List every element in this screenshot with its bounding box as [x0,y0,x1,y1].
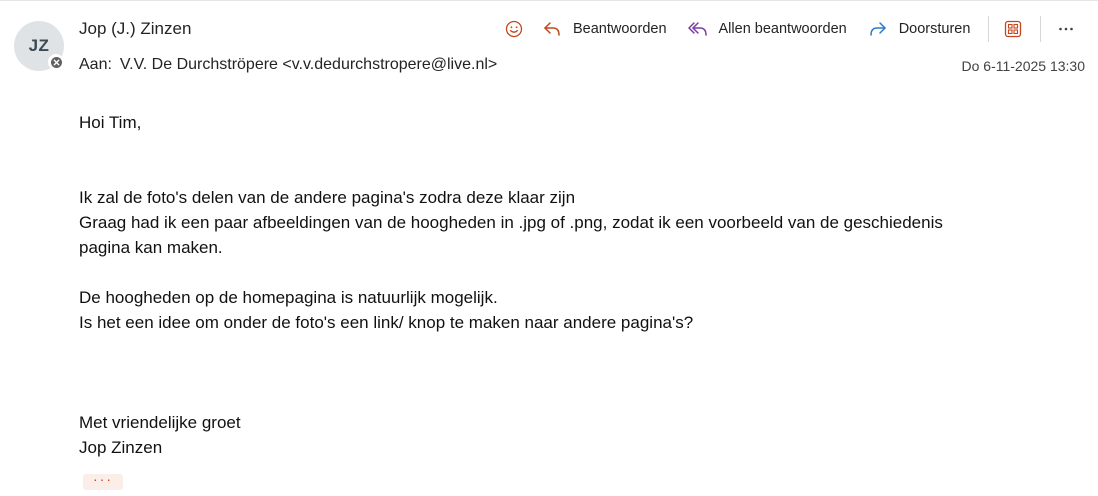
body-line: Ik zal de foto's delen van de andere pag… [79,188,576,207]
forward-label: Doorsturen [898,21,971,37]
reply-all-button[interactable]: Allen beantwoorden [687,15,847,43]
body-line: Graag had ik een paar afbeeldingen van d… [79,213,943,232]
signature: Jop Zinzen [79,438,163,457]
apps-icon [1002,18,1024,40]
to-label: Aan: [79,56,112,73]
more-actions-button[interactable] [1055,15,1077,43]
message-body: Hoi Tim, Ik zal de foto's delen van de a… [79,110,943,460]
emoji-button[interactable] [503,15,525,43]
reply-icon [541,18,563,40]
recipient-address[interactable]: V.V. De Durchströpere <v.v.dedurchstrope… [120,56,497,73]
more-icon [1055,18,1077,40]
body-line: De hoogheden op de homepagina is natuurl… [79,288,498,307]
blank-space [79,135,943,185]
forward-button[interactable]: Doorsturen [867,15,971,43]
sender-name[interactable]: Jop (J.) Zinzen [79,19,191,39]
reply-label: Beantwoorden [573,21,667,37]
message-toolbar: Beantwoorden Allen beantwoorden Doorstur… [500,15,1077,43]
blank-space [79,260,943,285]
show-more-button[interactable]: ··· [83,472,123,490]
recipient-line: Aan: V.V. De Durchströpere <v.v.dedurchst… [79,56,497,74]
closing: Met vriendelijke groet [79,413,241,432]
reply-all-label: Allen beantwoorden [718,21,847,37]
apps-button[interactable] [1002,15,1024,43]
emoji-icon [503,18,525,40]
reply-all-icon [687,18,709,40]
toolbar-divider-2 [1040,16,1042,42]
toolbar-divider [988,16,990,42]
avatar-initials: JZ [28,36,50,55]
body-line: Is het een idee om onder de foto's een l… [79,313,694,332]
forward-icon [867,18,889,40]
body-line: pagina kan maken. [79,238,223,257]
presence-blocked-icon [48,54,64,70]
top-divider [0,0,1098,1]
message-date: Do 6-11-2025 13:30 [961,58,1086,74]
greeting: Hoi Tim, [79,113,142,132]
reply-button[interactable]: Beantwoorden [541,15,667,43]
blank-space [79,335,943,410]
